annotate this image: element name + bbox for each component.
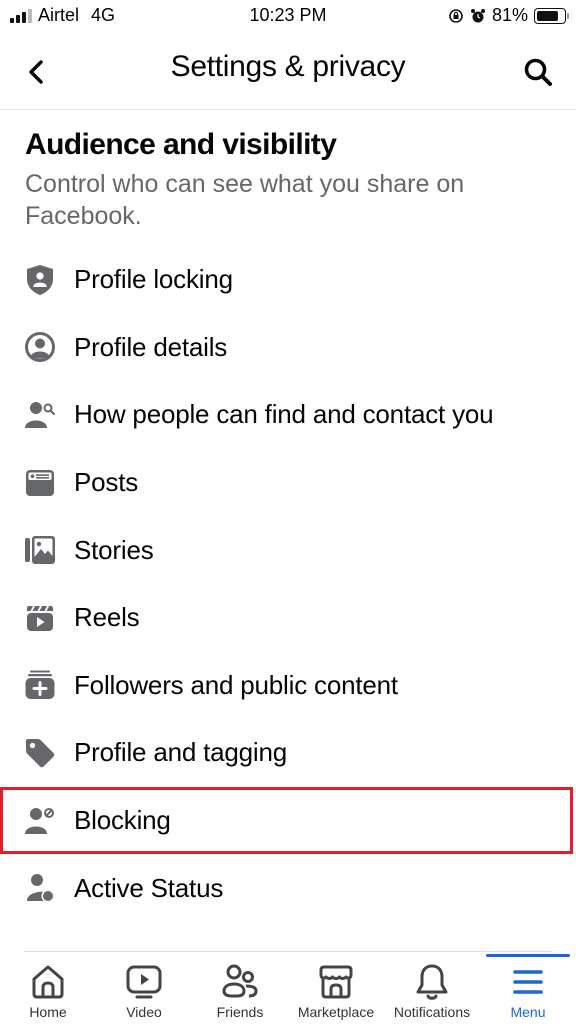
item-label: Profile details [74,331,228,362]
followers-add-icon [24,669,56,701]
item-label: How people can find and contact you [74,399,494,430]
tab-video[interactable]: Video [96,954,192,1024]
list-item-find-and-contact[interactable]: How people can find and contact you [0,381,576,449]
tab-label: Video [126,1004,162,1020]
tab-friends[interactable]: Friends [192,954,288,1024]
search-icon [524,58,552,86]
battery-fill [537,10,559,21]
menu-icon [508,962,548,1002]
person-search-icon [24,399,56,431]
tab-label: Notifications [393,1004,471,1020]
item-label: Blocking [74,805,171,836]
tab-notifications[interactable]: Notifications [384,954,480,1024]
battery-percent: 81% [491,5,528,25]
tab-label: Home [29,1004,67,1020]
tab-menu[interactable]: Menu [480,954,576,1024]
item-label: Stories [74,534,154,565]
list-item-reels[interactable]: Reels [0,584,576,652]
item-label: Active Status [74,872,224,903]
tab-label: Marketplace [297,1004,375,1020]
alarm-icon [470,8,485,22]
item-label: Reels [74,602,140,633]
home-icon [28,962,68,1002]
list-item-followers-public-content[interactable]: Followers and public content [0,652,576,720]
marketplace-icon [316,962,356,1002]
bottom-tab-bar: Home Video Friends Marketplace Notificat… [0,954,576,1024]
page-title: Settings & privacy [170,50,406,83]
tag-icon [24,737,56,769]
orientation-lock-icon [449,8,463,23]
search-button[interactable] [518,52,558,92]
section-description: Control who can see what you share on Fa… [25,170,465,230]
list-item-stories[interactable]: Stories [0,516,576,584]
tab-label: Menu [510,1004,546,1020]
item-label: Followers and public content [74,669,398,700]
tab-marketplace[interactable]: Marketplace [288,954,384,1024]
list-item-active-status[interactable]: Active Status [0,854,576,922]
bell-icon [412,962,452,1002]
tab-label: Friends [216,1004,264,1020]
battery-icon [534,7,569,24]
item-label: Posts [74,467,139,498]
reels-icon [24,602,56,634]
header: Settings & privacy [0,36,576,110]
friends-icon [220,962,260,1002]
section-title: Audience and visibility [25,128,337,161]
status-bar: Airtel 4G 10:23 PM 81% [0,0,576,34]
list-item-blocking[interactable]: Blocking [0,786,573,855]
item-label: Profile locking [74,264,233,295]
person-circle-icon [24,331,56,363]
divider [24,951,552,952]
settings-list: Profile locking Profile details How peop… [0,246,576,922]
video-icon [124,962,164,1002]
list-item-profile-and-tagging[interactable]: Profile and tagging [0,719,576,787]
list-item-posts[interactable]: Posts [0,449,576,517]
list-item-profile-locking[interactable]: Profile locking [0,246,576,314]
stories-icon [24,534,56,566]
item-label: Profile and tagging [74,737,288,768]
person-block-icon [24,805,56,837]
list-item-profile-details[interactable]: Profile details [0,314,576,382]
person-active-icon [24,872,56,904]
post-card-icon [24,467,56,499]
tab-home[interactable]: Home [0,954,96,1024]
shield-person-icon [24,264,56,296]
status-right: 81% [448,5,569,26]
